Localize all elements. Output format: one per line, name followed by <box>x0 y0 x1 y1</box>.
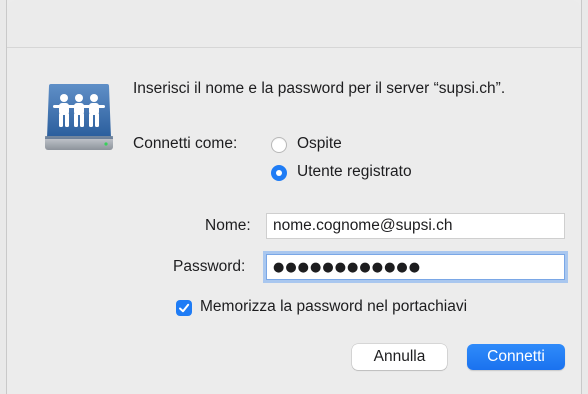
name-label: Nome: <box>205 217 251 234</box>
cancel-button[interactable]: Annulla <box>352 344 447 370</box>
title-bar <box>7 0 581 48</box>
guest-radio-label[interactable]: Ospite <box>297 135 342 153</box>
name-field[interactable]: nome.cognome@supsi.ch <box>266 213 565 239</box>
guest-radio[interactable] <box>271 137 287 153</box>
dialog-prompt: Inserisci il nome e la password per il s… <box>133 80 506 97</box>
remember-password-checkbox[interactable] <box>176 300 192 316</box>
remember-password-label[interactable]: Memorizza la password nel portachiavi <box>200 298 467 316</box>
shared-server-icon <box>39 78 119 158</box>
password-value: ●●●●●●●●●●●● <box>273 260 422 275</box>
checkmark-icon <box>179 303 190 313</box>
password-field[interactable]: ●●●●●●●●●●●● <box>266 254 565 280</box>
password-label: Password: <box>173 258 246 275</box>
connect-button[interactable]: Connetti <box>467 344 565 370</box>
connect-as-label: Connetti come: <box>133 135 238 152</box>
registered-user-radio-label[interactable]: Utente registrato <box>297 163 412 181</box>
registered-user-radio[interactable] <box>271 165 287 181</box>
login-dialog: Inserisci il nome e la password per il s… <box>6 0 582 394</box>
